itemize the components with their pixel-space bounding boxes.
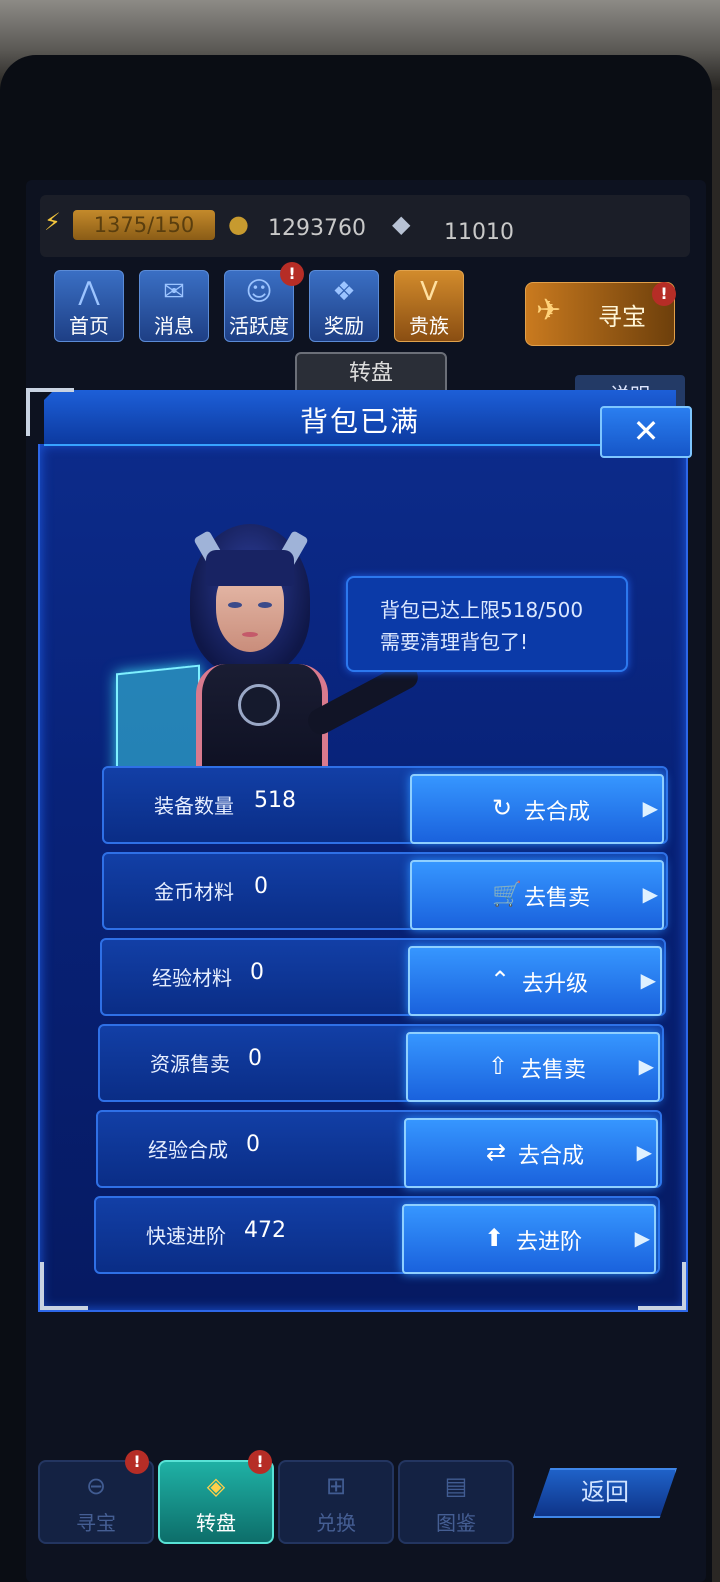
go-upgrade-button[interactable]: ⌃ 去升级 ▶ — [408, 946, 662, 1016]
treasure-badge: ! — [652, 282, 676, 306]
fighter-jet-icon: ✈ — [536, 293, 562, 328]
row-value: 0 — [250, 960, 264, 985]
chevron-right-icon: ▶ — [636, 1140, 652, 1164]
row-label: 装备数量 — [154, 794, 234, 818]
refresh-icon: ↻ — [492, 794, 513, 822]
energy-counter: 1375/150 — [73, 210, 215, 240]
frame-corner — [26, 388, 74, 436]
up-arrow-icon: ⬆ — [484, 1224, 505, 1252]
button-label: 去进阶 — [516, 1230, 583, 1255]
chevron-right-icon: ▶ — [638, 1054, 654, 1078]
nav-messages[interactable]: ✉ 消息 — [139, 270, 209, 342]
row-value: 0 — [246, 1132, 260, 1157]
button-label: 去售卖 — [524, 886, 591, 911]
row-equipment: 装备数量 518 ↻ 去合成 ▶ — [102, 766, 668, 844]
go-sell-button[interactable]: 🛒 去售卖 ▶ — [410, 860, 664, 930]
gift-icon: ❖ — [332, 277, 356, 307]
go-merge-button[interactable]: ⇄ 去合成 ▶ — [404, 1118, 658, 1188]
diamond-icon: ◆ — [392, 210, 411, 238]
row-value: 518 — [254, 788, 296, 813]
nav-rewards[interactable]: ❖ 奖励 — [309, 270, 379, 342]
dialog-header: 背包已满 — [44, 390, 676, 446]
bottom-tab-catalog[interactable]: ▤ 图鉴 — [398, 1460, 514, 1544]
nav-activity-label: 活跃度 — [229, 314, 289, 338]
bag-full-dialog: 背包已达上限518/500 需要清理背包了! 装备数量 518 ↻ 去合成 ▶ … — [24, 388, 692, 1320]
gift-box-icon: ⊞ — [325, 1472, 347, 1500]
gold-coin-icon: ● — [228, 210, 249, 238]
frame-corner — [40, 1262, 88, 1310]
dialog-body: 背包已达上限518/500 需要清理背包了! 装备数量 518 ↻ 去合成 ▶ … — [38, 444, 688, 1312]
row-value: 472 — [244, 1218, 286, 1243]
dialog-title: 背包已满 — [299, 405, 420, 438]
nav-noble-label: 贵族 — [409, 314, 449, 338]
go-advance-button[interactable]: ⬆ 去进阶 ▶ — [402, 1204, 656, 1274]
turntable-icon: ◈ — [206, 1472, 226, 1500]
activity-badge: ! — [280, 262, 304, 286]
row-resource-sell: 资源售卖 0 ⇧ 去售卖 ▶ — [98, 1024, 664, 1102]
row-label: 金币材料 — [154, 880, 234, 904]
merge-icon: ⇄ — [486, 1138, 507, 1166]
row-exp-material: 经验材料 0 ⌃ 去升级 ▶ — [100, 938, 666, 1016]
cart-icon: 🛒 — [492, 880, 522, 908]
noble-v-icon: V — [420, 277, 438, 307]
message-icon: ✉ — [163, 277, 185, 307]
button-label: 去升级 — [522, 972, 589, 997]
bubble-line-2: 需要清理背包了! — [380, 630, 529, 654]
row-quick-advance: 快速进阶 472 ⬆ 去进阶 ▶ — [94, 1196, 660, 1274]
button-label: 去合成 — [524, 800, 591, 825]
row-label: 资源售卖 — [150, 1052, 230, 1076]
bottom-tab-label: 兑换 — [316, 1511, 356, 1535]
treasure-button-label: 寻宝 — [598, 303, 646, 331]
chevron-right-icon: ▶ — [634, 1226, 650, 1250]
catalog-icon: ▤ — [444, 1472, 468, 1500]
diamond-counter: 11010 — [444, 220, 514, 245]
upgrade-chevron-icon: ⌃ — [490, 966, 511, 994]
bottom-tab-label: 图鉴 — [436, 1511, 476, 1535]
treasure-icon: ⊖ — [85, 1472, 107, 1500]
go-synthesize-button[interactable]: ↻ 去合成 ▶ — [410, 774, 664, 844]
turntable-tab-badge: ! — [248, 1450, 272, 1474]
nav-home[interactable]: ⋀ 首页 — [54, 270, 124, 342]
energy-bolt-icon: ⚡ — [44, 208, 61, 236]
close-icon: ✕ — [632, 412, 660, 450]
chevron-right-icon: ▶ — [642, 882, 658, 906]
bottom-tab-exchange[interactable]: ⊞ 兑换 — [278, 1460, 394, 1544]
treasure-tab-badge: ! — [125, 1450, 149, 1474]
bottom-tab-label: 转盘 — [196, 1511, 236, 1535]
chevron-right-icon: ▶ — [642, 796, 658, 820]
row-label: 快速进阶 — [146, 1224, 226, 1248]
chevron-right-icon: ▶ — [640, 968, 656, 992]
gold-counter: 1293760 — [268, 216, 366, 241]
nav-messages-label: 消息 — [154, 314, 194, 338]
row-label: 经验合成 — [148, 1138, 228, 1162]
bottom-tab-label: 寻宝 — [76, 1511, 116, 1535]
go-sell-resources-button[interactable]: ⇧ 去售卖 ▶ — [406, 1032, 660, 1102]
home-emblem-icon: ⋀ — [78, 277, 100, 307]
button-label: 去合成 — [518, 1144, 585, 1169]
row-gold-material: 金币材料 0 🛒 去售卖 ▶ — [102, 852, 668, 930]
button-label: 去售卖 — [520, 1058, 587, 1083]
speech-bubble: 背包已达上限518/500 需要清理背包了! — [346, 576, 628, 672]
row-value: 0 — [248, 1046, 262, 1071]
close-button[interactable]: ✕ — [600, 406, 692, 458]
nav-noble[interactable]: V 贵族 — [394, 270, 464, 342]
row-value: 0 — [254, 874, 268, 899]
nav-rewards-label: 奖励 — [324, 314, 364, 338]
bubble-line-1: 背包已达上限518/500 — [380, 598, 584, 622]
nav-home-label: 首页 — [69, 314, 109, 338]
row-label: 经验材料 — [152, 966, 232, 990]
row-exp-synthesis: 经验合成 0 ⇄ 去合成 ▶ — [96, 1110, 662, 1188]
back-button[interactable]: 返回 — [533, 1468, 677, 1518]
upload-icon: ⇧ — [488, 1052, 509, 1080]
